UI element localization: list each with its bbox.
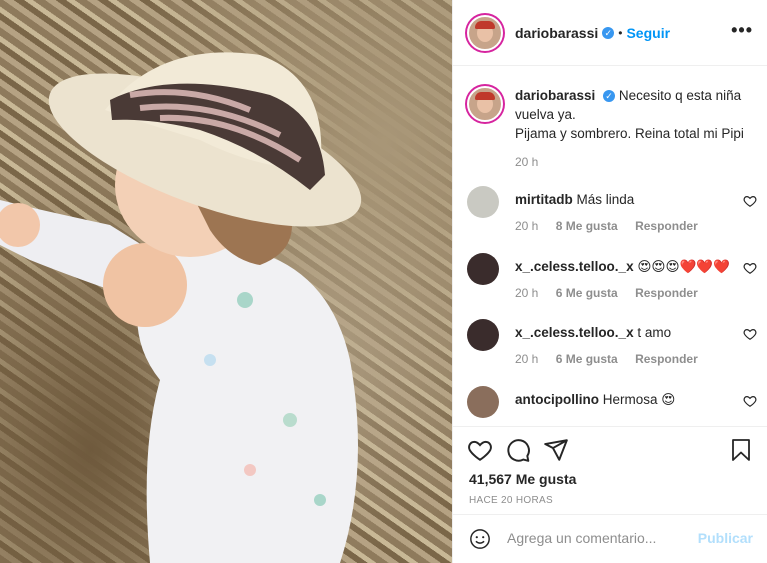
post-timestamp: HACE 20 HORAS <box>469 495 553 506</box>
caption-time: 20 h <box>515 155 539 169</box>
caption-username[interactable]: dariobarassi <box>515 88 595 103</box>
share-send-icon[interactable] <box>543 437 569 463</box>
comments-list[interactable]: dariobarassi ✓ Necesito q esta niña vuel… <box>453 66 767 426</box>
reply-button[interactable]: Responder <box>635 286 698 300</box>
header-avatar[interactable] <box>467 14 503 51</box>
comment-likes[interactable]: 6 Me gusta <box>556 286 618 300</box>
comment-bubble-icon[interactable] <box>505 437 531 463</box>
comment-username[interactable]: mirtitadb <box>515 192 573 207</box>
emoji-icon[interactable] <box>469 528 491 550</box>
comment-input[interactable] <box>505 529 699 547</box>
caption-avatar[interactable] <box>467 86 503 122</box>
comment-time: 20 h <box>515 286 539 300</box>
header-separator: • <box>618 25 623 40</box>
comment-item: antocipollino Hermosa 😍 <box>467 386 757 418</box>
comment-item: x_.celess.telloo._x 😍😍😍❤️❤️❤️ 20 h 6 Me … <box>467 253 757 300</box>
comment-likes[interactable]: 6 Me gusta <box>556 352 618 366</box>
comment-item: mirtitadb Más linda 20 h 8 Me gusta Resp… <box>467 186 757 233</box>
comment-avatar[interactable] <box>467 386 499 418</box>
like-comment-heart-icon[interactable] <box>743 194 757 208</box>
like-comment-heart-icon[interactable] <box>743 261 757 275</box>
comment-likes[interactable]: 8 Me gusta <box>556 219 618 233</box>
caption-text: dariobarassi ✓ Necesito q esta niña vuel… <box>515 86 757 172</box>
verified-badge-icon: ✓ <box>602 26 615 39</box>
comment-text: 😍😍😍❤️❤️❤️ <box>637 259 730 274</box>
comment-username[interactable]: x_.celess.telloo._x <box>515 325 634 340</box>
more-options-icon[interactable]: ••• <box>731 20 753 41</box>
post-photo[interactable] <box>0 0 452 563</box>
publish-button[interactable]: Publicar <box>698 530 753 546</box>
comment-text: t amo <box>637 325 672 340</box>
comment-time: 20 h <box>515 352 539 366</box>
comment-avatar[interactable] <box>467 319 499 351</box>
like-comment-heart-icon[interactable] <box>743 394 757 408</box>
comment-avatar[interactable] <box>467 253 499 285</box>
save-bookmark-icon[interactable] <box>729 437 753 463</box>
comment-username[interactable]: x_.celess.telloo._x <box>515 259 634 274</box>
add-comment-bar: Publicar <box>453 514 767 563</box>
comment-text: Hermosa 😍 <box>602 392 676 407</box>
header-username[interactable]: dariobarassi <box>515 25 598 41</box>
post-side-panel: dariobarassi ✓ • Seguir ••• dariobarassi… <box>452 0 767 563</box>
follow-button[interactable]: Seguir <box>626 25 670 41</box>
comment-item: x_.celess.telloo._x t amo 20 h 6 Me gust… <box>467 319 757 366</box>
reply-button[interactable]: Responder <box>635 219 698 233</box>
comment-username[interactable]: antocipollino <box>515 392 599 407</box>
like-comment-heart-icon[interactable] <box>743 327 757 341</box>
comment-text: Más linda <box>576 192 635 207</box>
comment-time: 20 h <box>515 219 539 233</box>
like-heart-icon[interactable] <box>467 437 493 463</box>
comment-avatar[interactable] <box>467 186 499 218</box>
action-icons <box>467 437 753 463</box>
reply-button[interactable]: Responder <box>635 352 698 366</box>
post-header: dariobarassi ✓ • Seguir ••• <box>453 0 767 66</box>
photo-child-illustration <box>0 52 362 563</box>
post-caption: dariobarassi ✓ Necesito q esta niña vuel… <box>467 86 757 172</box>
caption-line2: Pijama y sombrero. Reina total mi Pipi <box>515 126 744 141</box>
verified-badge-icon: ✓ <box>603 90 616 103</box>
post-actions: 41,567 Me gusta HACE 20 HORAS <box>453 426 767 517</box>
likes-count[interactable]: 41,567 Me gusta <box>469 471 576 487</box>
